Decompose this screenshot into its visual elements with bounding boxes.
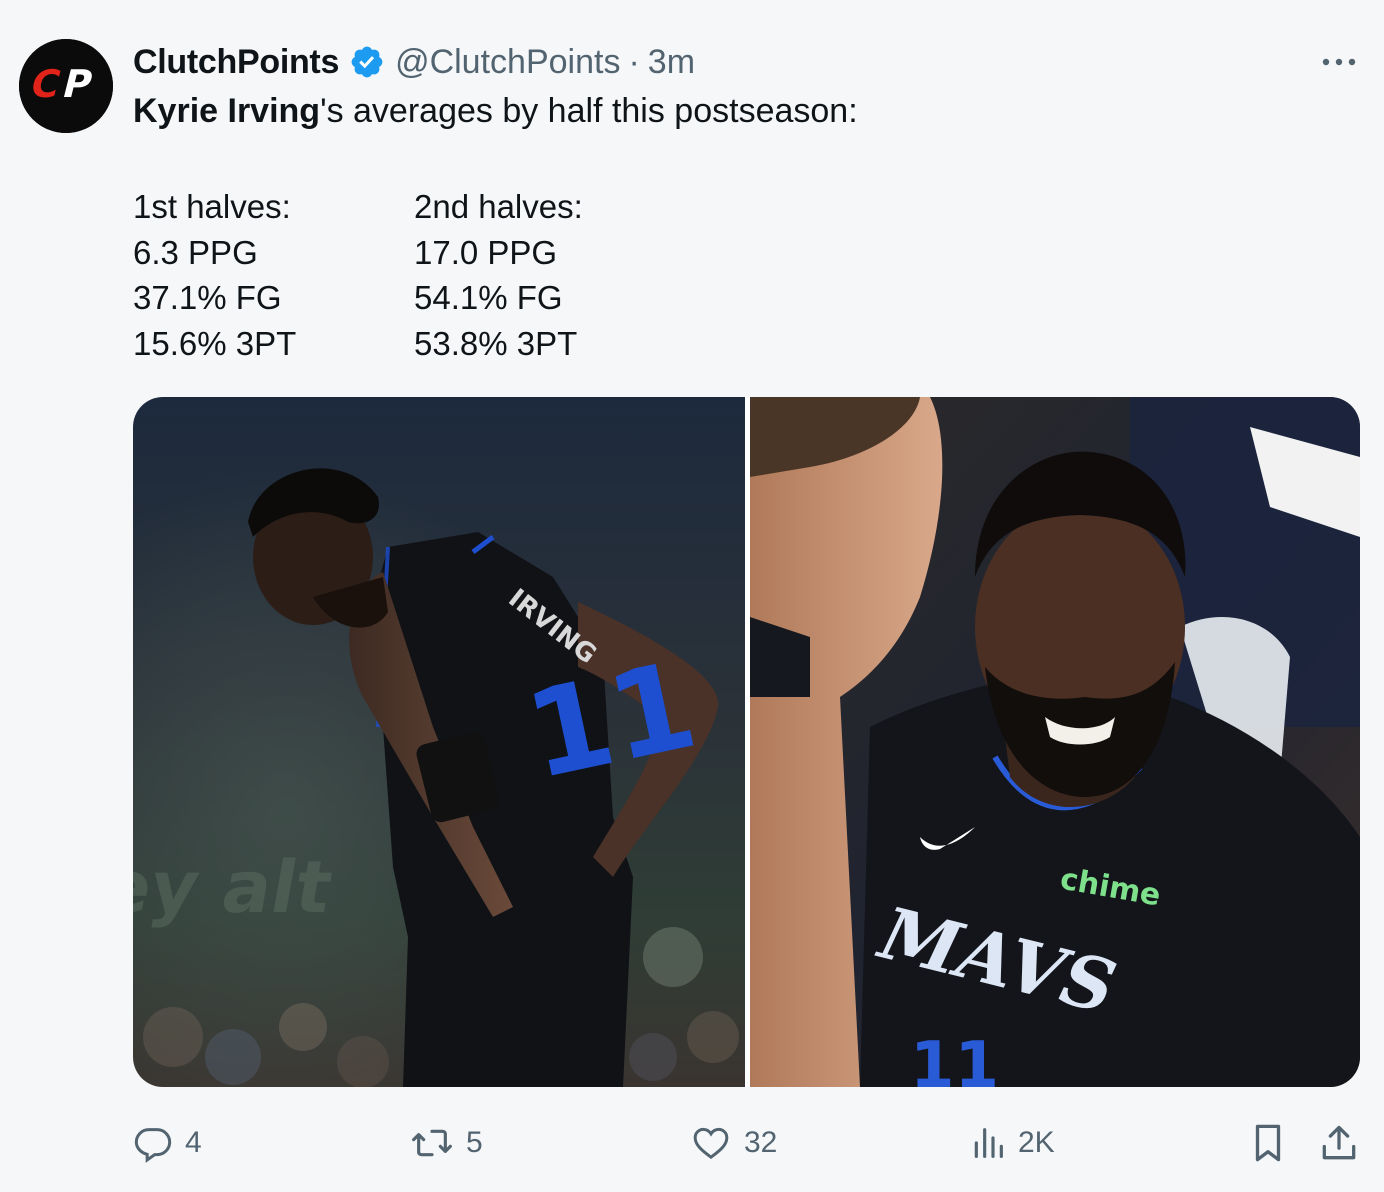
- header-separator: ·: [628, 42, 640, 81]
- player-name: Kyrie Irving: [133, 92, 321, 130]
- share-icon: [1322, 1125, 1356, 1160]
- first-halves-stats: 1st halves: 6.3 PPG 37.1% FG 15.6% 3PT: [133, 184, 296, 366]
- first-halves-ppg: 6.3 PPG: [133, 233, 258, 271]
- bookmark-icon: [1255, 1124, 1281, 1162]
- intro-rest: 's averages by half this postseason:: [320, 92, 858, 130]
- share-button[interactable]: [1320, 1118, 1358, 1168]
- views-count: 2K: [1018, 1126, 1055, 1159]
- like-button[interactable]: 32: [690, 1118, 777, 1168]
- tweet-action-bar: 4 5 32 2K: [0, 1118, 1384, 1168]
- bookmark-button[interactable]: [1250, 1118, 1286, 1168]
- views-button[interactable]: 2K: [970, 1118, 1055, 1168]
- reply-icon: [134, 1128, 172, 1163]
- like-count: 32: [744, 1126, 778, 1159]
- second-halves-stats: 2nd halves: 17.0 PPG 54.1% FG 53.8% 3PT: [414, 184, 583, 366]
- repost-icon: [412, 1129, 452, 1157]
- first-halves-fg: 37.1% FG: [133, 279, 282, 316]
- tweet-header: ClutchPoints @ClutchPoints · 3m: [133, 40, 695, 84]
- tweet-media-grid: key alt 11 IRVING chime MAVS 11: [133, 397, 1360, 1087]
- jersey-number-right: 11: [910, 1029, 999, 1087]
- background-sign-text: key alt: [133, 847, 338, 930]
- more-options-icon[interactable]: [1318, 50, 1358, 74]
- tweet-text-intro: Kyrie Irving's averages by half this pos…: [133, 92, 858, 131]
- author-display-name[interactable]: ClutchPoints: [133, 43, 339, 82]
- media-photo-right[interactable]: chime MAVS 11: [750, 397, 1360, 1087]
- reply-button[interactable]: 4: [133, 1118, 202, 1168]
- tweet-card[interactable]: C P ClutchPoints @ClutchPoints · 3m Kyri…: [0, 0, 1384, 1192]
- author-handle[interactable]: @ClutchPoints: [395, 43, 620, 82]
- reply-count: 4: [185, 1126, 202, 1159]
- first-halves-3pt: 15.6% 3PT: [133, 324, 297, 362]
- second-halves-3pt: 53.8% 3PT: [414, 324, 578, 362]
- tweet-timestamp[interactable]: 3m: [648, 43, 695, 82]
- second-halves-heading: 2nd halves:: [414, 188, 583, 225]
- second-halves-fg: 54.1% FG: [414, 279, 563, 316]
- author-avatar[interactable]: C P: [19, 39, 113, 133]
- clutchpoints-logo-icon: C P: [19, 39, 113, 133]
- repost-count: 5: [466, 1126, 483, 1159]
- views-bar-chart-icon: [974, 1128, 1003, 1158]
- media-photo-left[interactable]: key alt 11 IRVING: [133, 397, 745, 1087]
- second-halves-ppg: 17.0 PPG: [414, 233, 558, 271]
- first-halves-heading: 1st halves:: [133, 188, 291, 225]
- heart-icon: [693, 1127, 729, 1160]
- verified-badge-icon[interactable]: [349, 44, 385, 80]
- repost-button[interactable]: 5: [410, 1118, 483, 1168]
